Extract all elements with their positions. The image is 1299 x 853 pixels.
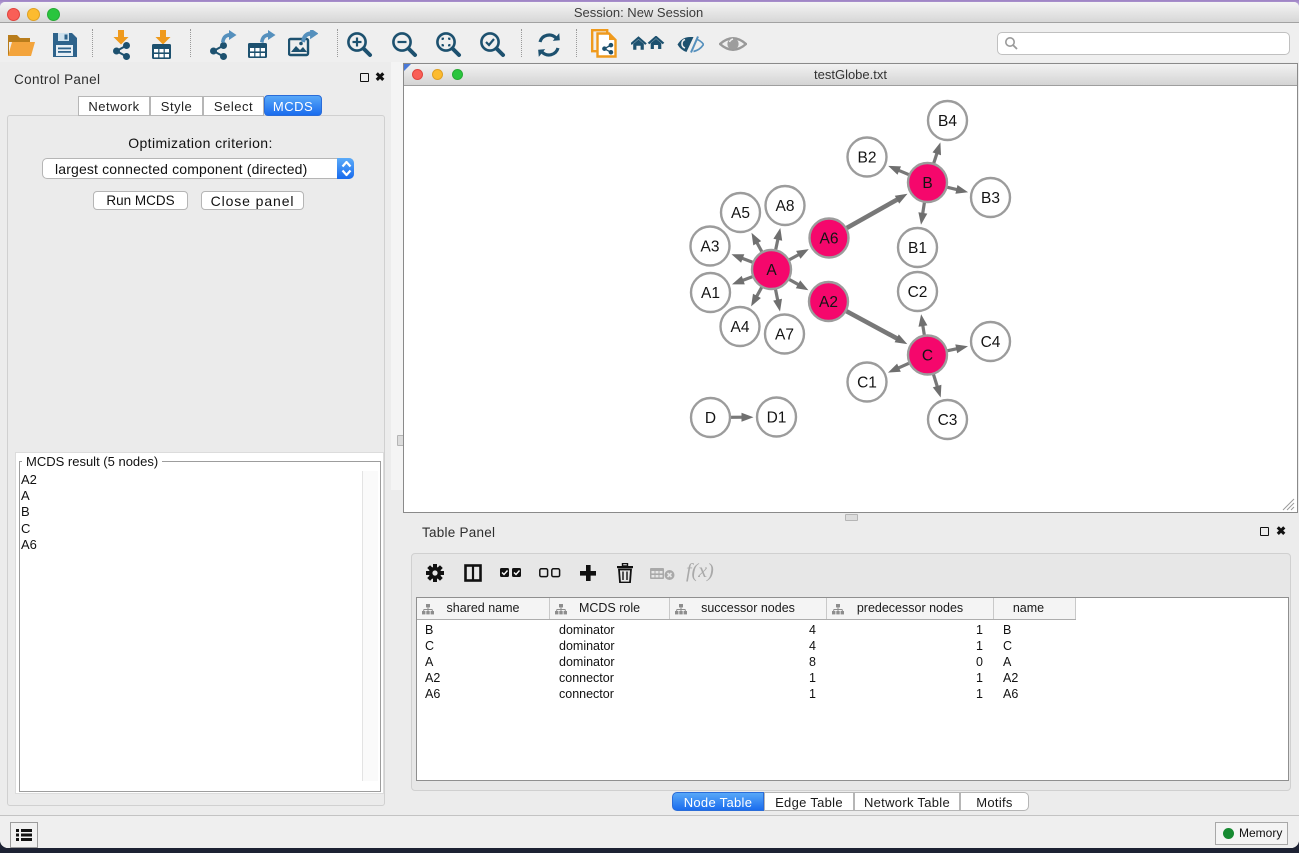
svg-text:A1: A1 xyxy=(701,285,720,302)
svg-text:C4: C4 xyxy=(981,334,1001,351)
svg-text:A2: A2 xyxy=(819,294,838,311)
svg-text:A8: A8 xyxy=(776,198,795,215)
svg-text:B: B xyxy=(922,175,932,192)
svg-text:D1: D1 xyxy=(767,410,787,427)
svg-text:C1: C1 xyxy=(857,375,877,392)
svg-text:C3: C3 xyxy=(938,412,958,429)
svg-text:A6: A6 xyxy=(820,231,839,248)
svg-text:A3: A3 xyxy=(701,239,720,256)
svg-text:B3: B3 xyxy=(981,190,1000,207)
svg-text:A7: A7 xyxy=(775,327,794,344)
svg-text:A: A xyxy=(766,262,777,279)
svg-text:A5: A5 xyxy=(731,205,750,222)
svg-text:D: D xyxy=(705,410,716,427)
svg-text:A4: A4 xyxy=(731,319,750,336)
svg-text:C2: C2 xyxy=(908,284,928,301)
svg-text:B4: B4 xyxy=(938,113,957,130)
svg-text:B2: B2 xyxy=(858,150,877,167)
svg-text:B1: B1 xyxy=(908,240,927,257)
svg-text:C: C xyxy=(922,348,933,365)
